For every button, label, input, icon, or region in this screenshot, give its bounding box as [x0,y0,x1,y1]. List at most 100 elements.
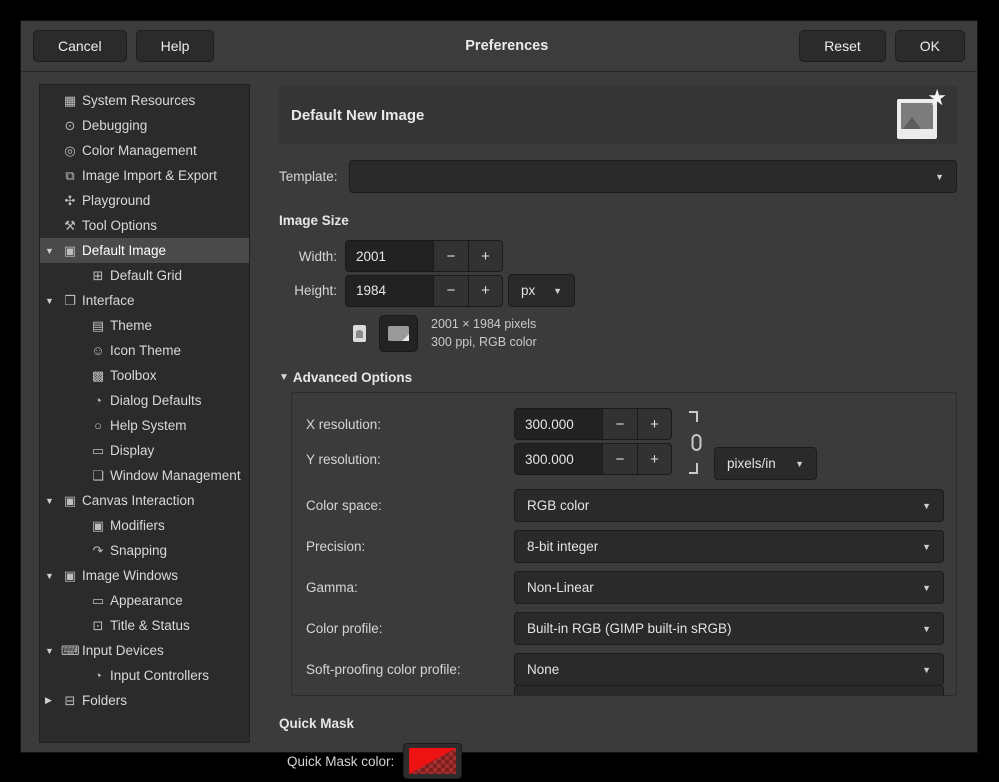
sidebar-item-folders[interactable]: ▶⊟Folders [40,688,249,713]
size-summary-line2: 300 ppi, RGB color [431,333,537,351]
sidebar-item-icon-theme[interactable]: ☺Icon Theme [40,338,249,363]
sidebar-item-playground[interactable]: ✣Playground [40,188,249,213]
height-spinbox: − + [345,275,503,307]
soft-proofing-profile-select[interactable]: None ▼ [514,653,944,686]
sidebar-item-theme[interactable]: ▤Theme [40,313,249,338]
interface-icon: ❐ [61,293,79,309]
size-unit-value: px [521,283,535,298]
height-decrement-button[interactable]: − [433,275,468,307]
sidebar-item-toolbox[interactable]: ▩Toolbox [40,363,249,388]
color-space-select[interactable]: RGB color ▼ [514,489,944,522]
sidebar-item-image-windows[interactable]: ▼▣Image Windows [40,563,249,588]
sidebar-item-appearance[interactable]: ▭Appearance [40,588,249,613]
soft-proofing-profile-value: None [527,662,559,677]
precision-label: Precision: [306,539,514,554]
sidebar-item-window-management[interactable]: ❏Window Management [40,463,249,488]
sidebar-item-display[interactable]: ▭Display [40,438,249,463]
color-circles-icon: ◎ [61,143,79,159]
sidebar-item-canvas-interaction[interactable]: ▼▣Canvas Interaction [40,488,249,513]
advanced-options-expander[interactable]: ▼ Advanced Options [279,370,957,385]
ok-button[interactable]: OK [895,30,965,62]
height-label: Height: [287,283,345,298]
size-unit-select[interactable]: px ▼ [508,274,575,307]
quick-mask-heading: Quick Mask [279,716,957,731]
width-input[interactable] [345,240,433,272]
x-resolution-input[interactable] [514,408,602,440]
page-title: Default New Image [291,107,424,124]
sidebar-item-input-controllers[interactable]: ◔Input Controllers [40,663,249,688]
gamma-value: Non-Linear [527,580,594,595]
cancel-button[interactable]: Cancel [33,30,127,62]
width-decrement-button[interactable]: − [433,240,468,272]
expander-triangle-icon: ▼ [279,372,289,383]
resolution-unit-select[interactable]: pixels/in ▼ [714,447,817,480]
dialog-title: Preferences [214,38,799,54]
expander-arrow-icon[interactable]: ▼ [45,646,61,656]
width-increment-button[interactable]: + [468,240,503,272]
x-resolution-decrement-button[interactable]: − [602,408,637,440]
sidebar-item-label: Modifiers [110,518,165,533]
preferences-tree: ▦System Resources⊙Debugging◎Color Manage… [39,84,250,743]
sidebar-item-input-devices[interactable]: ▼⌨Input Devices [40,638,249,663]
portrait-orientation-button[interactable] [345,315,373,352]
width-label: Width: [287,249,345,264]
sidebar-item-tool-options[interactable]: ⚒Tool Options [40,213,249,238]
chevron-down-icon: ▼ [921,172,944,182]
sidebar-item-label: Window Management [110,468,241,483]
sidebar-item-default-image[interactable]: ▼▣Default Image [40,238,249,263]
sidebar-item-title-status[interactable]: ⊡Title & Status [40,613,249,638]
precision-select[interactable]: 8-bit integer ▼ [514,530,944,563]
canvas-icon: ▣ [61,493,79,509]
expander-arrow-icon[interactable]: ▶ [45,695,61,706]
sidebar-item-color-management[interactable]: ◎Color Management [40,138,249,163]
y-resolution-increment-button[interactable]: + [637,443,672,475]
template-label: Template: [279,169,349,184]
sidebar-item-modifiers[interactable]: ▣Modifiers [40,513,249,538]
sidebar-item-label: Tool Options [82,218,157,233]
appearance-icon: ▭ [89,593,107,609]
height-increment-button[interactable]: + [468,275,503,307]
sidebar-item-image-import-export[interactable]: ⧉Image Import & Export [40,163,249,188]
input-devices-icon: ⌨ [61,643,79,659]
sidebar-item-interface[interactable]: ▼❐Interface [40,288,249,313]
expander-arrow-icon[interactable]: ▼ [45,296,61,306]
reset-button[interactable]: Reset [799,30,886,62]
x-resolution-increment-button[interactable]: + [637,408,672,440]
color-space-value: RGB color [527,498,589,513]
toolbox-icon: ▩ [89,368,107,384]
preferences-dialog: Cancel Help Preferences Reset OK ▦System… [20,20,978,753]
sidebar-item-help-system[interactable]: ○Help System [40,413,249,438]
quick-mask-color-button[interactable] [403,743,462,779]
help-button[interactable]: Help [136,30,215,62]
advanced-options-label: Advanced Options [293,370,412,385]
sidebar-item-system-resources[interactable]: ▦System Resources [40,88,249,113]
sidebar-item-label: Interface [82,293,135,308]
chevron-down-icon: ▼ [908,542,931,552]
folders-icon: ⊟ [61,693,79,709]
gamma-select[interactable]: Non-Linear ▼ [514,571,944,604]
expander-arrow-icon[interactable]: ▼ [45,246,61,256]
icon-theme-icon: ☺ [89,343,107,358]
page-header: Default New Image ★ [279,86,957,144]
resolution-chain-link-icon[interactable] [684,407,702,481]
expander-arrow-icon[interactable]: ▼ [45,571,61,581]
sidebar-item-default-grid[interactable]: ⊞Default Grid [40,263,249,288]
clipped-next-select[interactable] [514,685,944,696]
screen: Cancel Help Preferences Reset OK ▦System… [0,0,999,782]
template-select[interactable]: ▼ [349,160,957,193]
expander-arrow-icon[interactable]: ▼ [45,496,61,506]
sidebar-item-label: Default Image [82,243,166,258]
chevron-down-icon: ▼ [908,583,931,593]
sidebar-item-snapping[interactable]: ↷Snapping [40,538,249,563]
y-resolution-decrement-button[interactable]: − [602,443,637,475]
sidebar-item-label: Title & Status [110,618,190,633]
y-resolution-input[interactable] [514,443,602,475]
resolution-unit-value: pixels/in [727,456,776,471]
sidebar-item-debugging[interactable]: ⊙Debugging [40,113,249,138]
sidebar-item-dialog-defaults[interactable]: ◔Dialog Defaults [40,388,249,413]
dialog-header-bar: Cancel Help Preferences Reset OK [21,21,977,72]
color-profile-select[interactable]: Built-in RGB (GIMP built-in sRGB) ▼ [514,612,944,645]
landscape-orientation-button[interactable] [379,315,418,352]
sidebar-item-label: Playground [82,193,150,208]
height-input[interactable] [345,275,433,307]
